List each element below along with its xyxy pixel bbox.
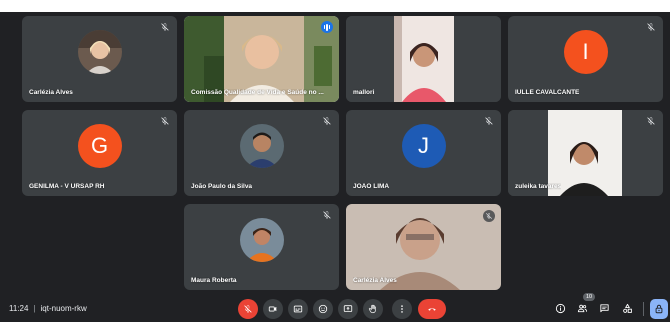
avatar <box>239 124 284 169</box>
participant-tile[interactable]: Comissão Qualidade de Vida e Saúde no ..… <box>184 16 339 102</box>
participant-tile[interactable]: João Paulo da Silva <box>184 110 339 196</box>
shapes-icon <box>622 303 632 313</box>
speaking-indicator-icon <box>321 21 333 33</box>
activities-button[interactable] <box>620 301 634 315</box>
participant-tile[interactable]: Maura Roberta <box>184 204 339 290</box>
avatar: G <box>77 124 122 169</box>
bottom-toolbar: 11:24 | iqt-nuom-rkw <box>0 296 670 322</box>
more-options-button[interactable] <box>392 299 412 319</box>
participant-name: JOÃO LIMA <box>353 183 390 190</box>
participant-name: João Paulo da Silva <box>191 183 253 190</box>
avatar <box>77 30 122 75</box>
present-button[interactable] <box>338 299 358 319</box>
mic-off-icon <box>483 210 495 222</box>
participant-tile[interactable]: Carlézia Alves <box>346 204 501 290</box>
participant-name: GENILMA - V URSAP RH <box>29 183 105 190</box>
participant-name: Comissão Qualidade de Vida e Saúde no ..… <box>191 89 324 96</box>
mic-off-icon <box>322 116 332 126</box>
participant-tile[interactable]: Carlézia Alves <box>22 16 177 102</box>
present-icon <box>343 305 353 312</box>
raise-hand-icon <box>368 304 376 314</box>
mic-off-icon <box>646 22 656 32</box>
meeting-details-button[interactable] <box>553 301 567 315</box>
people-button[interactable] <box>575 301 589 315</box>
participant-name: Carlézia Alves <box>29 89 73 96</box>
participant-tile[interactable]: G GENILMA - V URSAP RH <box>22 110 177 196</box>
participant-name: IULLE CAVALCANTE <box>515 89 580 96</box>
mic-off-icon <box>244 305 252 313</box>
raise-hand-button[interactable] <box>363 299 383 319</box>
captions-icon <box>293 305 303 313</box>
participant-tile[interactable]: mallori <box>346 16 501 102</box>
top-strip <box>0 0 670 12</box>
people-icon <box>577 304 587 312</box>
participant-name: Maura Roberta <box>191 277 237 284</box>
mic-off-icon <box>322 210 332 220</box>
host-controls-button[interactable] <box>650 299 668 319</box>
info-icon <box>555 303 565 313</box>
chat-icon <box>599 303 609 312</box>
reactions-button[interactable] <box>313 299 333 319</box>
camera-toggle-button[interactable] <box>263 299 283 319</box>
end-call-button[interactable] <box>418 299 446 319</box>
captions-button[interactable] <box>288 299 308 319</box>
mic-off-icon <box>160 22 170 32</box>
participant-name: Carlézia Alves <box>353 277 397 284</box>
lock-icon <box>655 304 663 314</box>
clock-time: 11:24 <box>9 304 29 313</box>
participant-name: mallori <box>353 89 375 96</box>
participant-tile[interactable]: zuleika tavares <box>508 110 663 196</box>
participant-count-badge: 10 <box>583 293 595 301</box>
chat-button[interactable] <box>597 301 611 315</box>
participant-tile[interactable]: J JOÃO LIMA <box>346 110 501 196</box>
separator: | <box>33 304 36 313</box>
meeting-info: 11:24 | iqt-nuom-rkw <box>9 304 87 313</box>
divider <box>643 302 644 316</box>
participant-tile[interactable]: I IULLE CAVALCANTE <box>508 16 663 102</box>
avatar: J <box>401 124 446 169</box>
more-options-icon <box>401 305 403 313</box>
participant-name: zuleika tavares <box>515 183 562 190</box>
mic-toggle-button[interactable] <box>238 299 258 319</box>
mic-off-icon <box>646 116 656 126</box>
camera-icon <box>268 306 277 312</box>
avatar <box>239 218 284 263</box>
mic-off-icon <box>160 116 170 126</box>
meeting-code: iqt-nuom-rkw <box>40 304 87 313</box>
avatar: I <box>563 30 608 75</box>
mic-off-icon <box>484 116 494 126</box>
emoji-icon <box>318 304 328 314</box>
end-call-icon <box>428 308 436 311</box>
